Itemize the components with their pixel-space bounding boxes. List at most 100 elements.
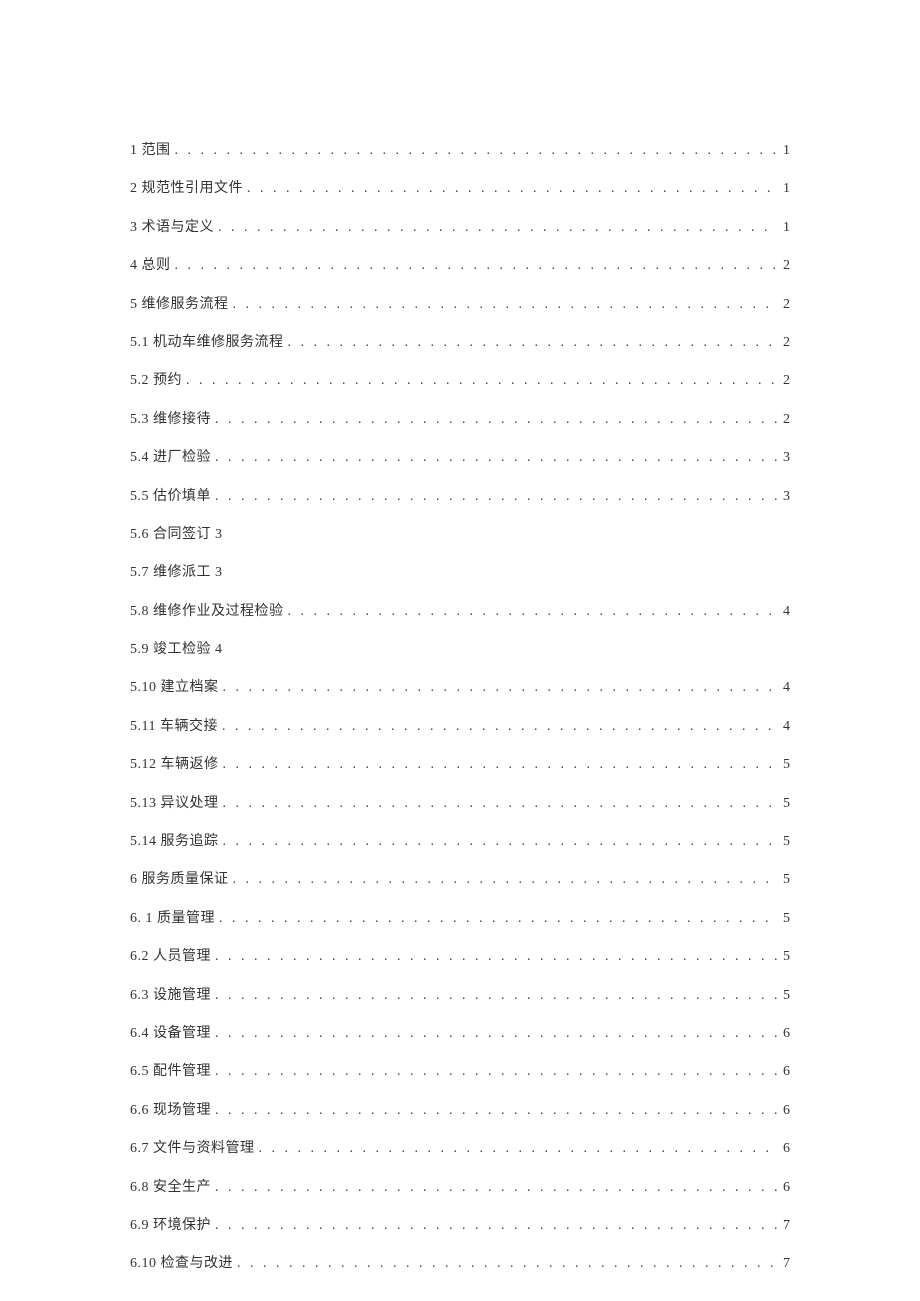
toc-entry-label: 5.14 服务追踪 [130, 831, 219, 853]
toc-entry-page: 5 [783, 869, 790, 891]
toc-entry-label: 5.12 车辆返修 [130, 754, 219, 776]
toc-entry: 5.5 估价填单 3 [130, 486, 790, 508]
toc-entry-page: 6 [783, 1023, 790, 1045]
toc-entry-label: 4 总则 [130, 255, 171, 277]
toc-entry: 5.11 车辆交接 4 [130, 716, 790, 738]
toc-dot-leader [223, 677, 778, 699]
toc-entry-label: 5.4 进厂检验 [130, 447, 211, 469]
toc-dot-leader [175, 140, 778, 162]
toc-entry-label: 2 规范性引用文件 [130, 178, 243, 200]
toc-entry-page: 7 [783, 1253, 790, 1275]
toc-dot-leader [215, 1215, 777, 1237]
toc-dot-leader [237, 1253, 777, 1275]
toc-entry-label: 6.4 设备管理 [130, 1023, 211, 1045]
toc-entry: 5.12 车辆返修 5 [130, 754, 790, 776]
toc-entry-page: 6 [783, 1138, 790, 1160]
toc-entry-page: 2 [783, 294, 790, 316]
toc-dot-leader [259, 1138, 778, 1160]
toc-entry-label: 6.9 环境保护 [130, 1215, 211, 1237]
toc-entry-label: 5.9 竣工检验 4 [130, 639, 223, 661]
toc-dot-leader [219, 908, 777, 930]
toc-entry-page: 5 [783, 831, 790, 853]
toc-entry: 5.10 建立档案4 [130, 677, 790, 699]
toc-dot-leader [247, 178, 777, 200]
toc-entry-label: 5.11 车辆交接 [130, 716, 218, 738]
toc-entry-page: 7 [783, 1215, 790, 1237]
toc-entry-label: 3 术语与定义 [130, 217, 214, 239]
toc-entry-page: 5 [783, 985, 790, 1007]
toc-entry: 6.4 设备管理 6 [130, 1023, 790, 1045]
toc-entry-page: 5 [783, 908, 790, 930]
toc-entry: 1 范围1 [130, 140, 790, 162]
toc-entry: 6.6 现场管理6 [130, 1100, 790, 1122]
toc-dot-leader [175, 255, 778, 277]
toc-entry: 5.14 服务追踪 5 [130, 831, 790, 853]
toc-entry-label: 6.5 配件管理 [130, 1061, 211, 1083]
toc-dot-leader [223, 754, 778, 776]
toc-entry: 5.7 维修派工 3 [130, 562, 790, 584]
toc-entry: 5 维修服务流程 2 [130, 294, 790, 316]
toc-entry-label: 5.2 预约 [130, 370, 182, 392]
toc-entry-page: 2 [783, 332, 790, 354]
toc-entry-page: 5 [783, 946, 790, 968]
toc-dot-leader [215, 409, 777, 431]
toc-entry-label: 5.7 维修派工 3 [130, 562, 223, 584]
toc-entry-label: 6. 1 质量管理 [130, 908, 215, 930]
toc-entry-label: 5.3 维修接待 [130, 409, 211, 431]
toc-dot-leader [233, 294, 778, 316]
toc-entry-label: 6 服务质量保证 [130, 869, 229, 891]
toc-entry: 6.7 文件与资料管理 6 [130, 1138, 790, 1160]
toc-entry-label: 5.8 维修作业及过程检验 [130, 601, 284, 623]
toc-entry-page: 2 [783, 255, 790, 277]
toc-entry: 6.2 人员管理 5 [130, 946, 790, 968]
toc-entry-label: 6.7 文件与资料管理 [130, 1138, 255, 1160]
toc-dot-leader [233, 869, 778, 891]
toc-entry-page: 6 [783, 1061, 790, 1083]
toc-dot-leader [215, 486, 777, 508]
toc-entry-label: 6.10 检查与改进 [130, 1253, 233, 1275]
toc-dot-leader [215, 1177, 777, 1199]
toc-entry: 5.2 预约 2 [130, 370, 790, 392]
toc-entry-label: 6.3 设施管理 [130, 985, 211, 1007]
toc-entry: 5.6 合同签订 3 [130, 524, 790, 546]
toc-entry-page: 1 [783, 140, 790, 162]
toc-entry: 6.5 配件管理 6 [130, 1061, 790, 1083]
toc-entry: 6.9 环境保护 7 [130, 1215, 790, 1237]
toc-entry: 4 总则 2 [130, 255, 790, 277]
toc-entry-label: 5.5 估价填单 [130, 486, 211, 508]
toc-container: 1 范围1 2 规范性引用文件 1 3 术语与定义 1 4 总则 2 5 维修服务流程 2 5.1… [130, 140, 790, 1276]
toc-entry-page: 6 [783, 1177, 790, 1199]
toc-entry: 6.3 设施管理 5 [130, 985, 790, 1007]
toc-entry-page: 4 [783, 677, 790, 699]
toc-entry-label: 5.1 机动车维修服务流程 [130, 332, 284, 354]
toc-entry-page: 3 [783, 486, 790, 508]
toc-entry-page: 5 [783, 793, 790, 815]
toc-entry-page: 4 [783, 716, 790, 738]
toc-dot-leader [215, 1023, 777, 1045]
toc-dot-leader [223, 793, 778, 815]
toc-entry-label: 6.8 安全生产 [130, 1177, 211, 1199]
toc-entry: 5.9 竣工检验 4 [130, 639, 790, 661]
toc-entry-page: 3 [783, 447, 790, 469]
toc-entry: 5.3 维修接待 2 [130, 409, 790, 431]
toc-entry: 5.4 进厂检验 3 [130, 447, 790, 469]
toc-entry-page: 5 [783, 754, 790, 776]
toc-dot-leader [218, 217, 777, 239]
toc-entry: 6 服务质量保证 5 [130, 869, 790, 891]
toc-entry-label: 6.2 人员管理 [130, 946, 211, 968]
toc-entry-page: 2 [783, 370, 790, 392]
toc-dot-leader [215, 447, 777, 469]
toc-entry-label: 5.13 异议处理 [130, 793, 219, 815]
toc-entry-page: 1 [783, 217, 790, 239]
toc-entry: 5.13 异议处理 5 [130, 793, 790, 815]
toc-dot-leader [222, 716, 777, 738]
toc-entry: 3 术语与定义 1 [130, 217, 790, 239]
toc-dot-leader [288, 332, 778, 354]
toc-entry-label: 5.6 合同签订 3 [130, 524, 223, 546]
toc-entry-page: 2 [783, 409, 790, 431]
toc-entry-label: 5 维修服务流程 [130, 294, 229, 316]
toc-entry-page: 1 [783, 178, 790, 200]
toc-entry-label: 6.6 现场管理 [130, 1100, 211, 1122]
toc-entry: 6.8 安全生产 6 [130, 1177, 790, 1199]
toc-entry: 5.8 维修作业及过程检验4 [130, 601, 790, 623]
